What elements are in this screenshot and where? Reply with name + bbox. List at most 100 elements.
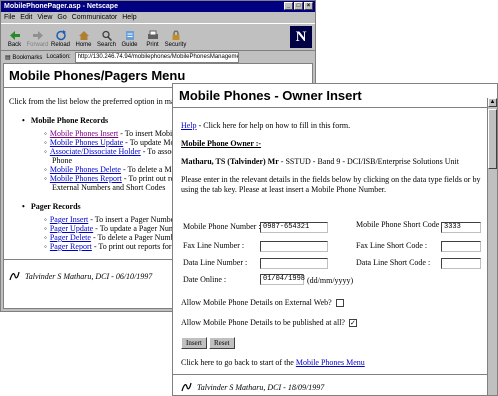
divider xyxy=(173,374,487,376)
forward-button[interactable]: Forward xyxy=(26,24,49,50)
owner-heading: Mobile Phone Owner :- xyxy=(181,139,262,148)
pager-delete-link[interactable]: Pager Delete xyxy=(50,233,91,242)
form-buttons: Insert Reset xyxy=(181,337,235,349)
help-text: - Click here for help on how to fill in … xyxy=(196,121,351,130)
allow-external-row: Allow Mobile Phone Details on External W… xyxy=(181,298,344,308)
link-description: - To insert a Pager Number in xyxy=(88,215,186,224)
reset-button[interactable]: Reset xyxy=(208,337,235,349)
divider xyxy=(173,107,487,109)
bookmarks-label: Bookmarks xyxy=(12,54,43,61)
back-line: Click here to go back to start of the Mo… xyxy=(181,358,365,367)
lock-icon xyxy=(172,30,179,40)
date-online-label: Date Online : xyxy=(183,275,227,284)
menu-edit[interactable]: Edit xyxy=(20,12,32,23)
search-icon xyxy=(101,30,112,41)
mobile-number-input[interactable]: 0987-654321 xyxy=(260,222,328,233)
mobile-menu-link[interactable]: Mobile Phones Menu xyxy=(296,358,365,367)
allow-publish-label: Allow Mobile Phone Details to be publish… xyxy=(181,318,345,327)
data-number-input[interactable] xyxy=(260,258,328,269)
reload-icon xyxy=(55,30,66,41)
allow-publish-checkbox[interactable]: ✓ xyxy=(348,319,357,328)
menu-file[interactable]: File xyxy=(4,12,15,23)
close-button[interactable]: × xyxy=(304,2,313,10)
guide-icon xyxy=(125,31,134,40)
printer-icon xyxy=(147,30,158,39)
data-short-code-label: Data Line Short Code : xyxy=(356,258,431,267)
mobile-report-link[interactable]: Mobile Phones Report xyxy=(50,174,122,183)
home-icon xyxy=(78,31,89,40)
reload-button[interactable]: Reload xyxy=(49,24,72,50)
mobile-insert-link[interactable]: Mobile Phones Insert xyxy=(50,129,118,138)
allow-external-checkbox[interactable] xyxy=(335,299,344,308)
scroll-up-arrow[interactable]: ▲ xyxy=(488,98,497,107)
security-label: Security xyxy=(164,42,187,48)
date-format-hint: (dd/mm/yyyy) xyxy=(307,276,354,285)
minimize-button[interactable]: _ xyxy=(284,2,293,10)
back-label: Back xyxy=(7,42,22,48)
form-body: Help - Click here for help on how to fil… xyxy=(173,121,497,195)
mobile-update-link[interactable]: Mobile Phones Update xyxy=(50,138,123,147)
mobile-short-code-label: Mobile Phone Short Code xyxy=(356,220,440,229)
menu-communicator[interactable]: Communicator xyxy=(72,12,118,23)
insert-button[interactable]: Insert xyxy=(181,337,207,349)
link-description: - To delete a Pager Numb xyxy=(90,233,175,242)
home-button[interactable]: Home xyxy=(72,24,95,50)
menu-bar: File Edit View Go Communicator Help xyxy=(1,12,315,23)
forward-arrow-icon xyxy=(32,31,43,40)
form-footer: Talvinder S Matharu, DCI - 18/09/1997 xyxy=(181,382,324,392)
fax-short-code-input[interactable] xyxy=(441,241,481,252)
help-line: Help - Click here for help on how to fil… xyxy=(181,121,481,130)
footer-text: Talvinder S Matharu, DCI - 06/10/1997 xyxy=(25,271,153,281)
date-online-input[interactable]: 01/04/1998 xyxy=(260,274,305,285)
url-field[interactable]: http://130.246.74.94/mobilephones/Mobile… xyxy=(74,51,239,63)
location-bar: ▤ Bookmarks Location: http://130.246.74.… xyxy=(1,51,315,63)
link-description: - To print out rep xyxy=(121,174,179,183)
back-button[interactable]: Back xyxy=(3,24,26,50)
data-number-label: Data Line Number : xyxy=(183,258,248,267)
signature-logo-icon xyxy=(181,382,192,392)
menu-view[interactable]: View xyxy=(37,12,52,23)
security-button[interactable]: Security xyxy=(164,24,187,50)
pager-update-link[interactable]: Pager Update xyxy=(50,224,93,233)
back-arrow-icon xyxy=(9,31,20,40)
navigation-toolbar: Back Forward Reload Home Search Guide Pr… xyxy=(1,23,315,51)
window-title: MobilePhonePager.asp - Netscape xyxy=(4,3,118,10)
back-text: Click here to go back to start of the xyxy=(181,358,296,367)
page-title: Mobile Phones/Pagers Menu xyxy=(9,68,186,83)
search-label: Search xyxy=(96,42,116,48)
vertical-scrollbar[interactable]: ▲ xyxy=(487,98,497,395)
footer-text: Talvinder S Matharu, DCI - 18/09/1997 xyxy=(197,382,325,392)
print-button[interactable]: Print xyxy=(141,24,164,50)
mobile-short-code-input[interactable]: 3333 xyxy=(441,222,481,233)
help-link[interactable]: Help xyxy=(181,121,197,130)
maximize-button[interactable]: □ xyxy=(294,2,303,10)
owner-department: - SSTUD - Band 9 - DCI/ISB/Enterprise So… xyxy=(278,157,459,166)
netscape-logo[interactable]: N xyxy=(290,26,312,48)
scroll-thumb[interactable] xyxy=(488,109,497,169)
bookmarks-button[interactable]: ▤ Bookmarks xyxy=(5,54,42,61)
print-label: Print xyxy=(146,42,159,48)
fax-number-input[interactable] xyxy=(260,241,328,252)
menu-help[interactable]: Help xyxy=(122,12,136,23)
owner-name: Matharu, TS (Talvinder) Mr xyxy=(181,157,279,166)
owner-insert-window: Mobile Phones - Owner Insert ▲ Help - Cl… xyxy=(172,83,498,396)
home-label: Home xyxy=(75,42,92,48)
associate-holder-link[interactable]: Associate/Dissociate Holder xyxy=(50,147,141,156)
window-titlebar: MobilePhonePager.asp - Netscape _ □ × xyxy=(1,1,315,12)
signature-logo-icon xyxy=(9,271,20,281)
owner-details: Matharu, TS (Talvinder) Mr - SSTUD - Ban… xyxy=(181,157,481,166)
allow-external-label: Allow Mobile Phone Details on External W… xyxy=(181,298,332,307)
mobile-delete-link[interactable]: Mobile Phones Delete xyxy=(50,165,121,174)
instructions-text: Please enter in the relevant details in … xyxy=(181,175,481,194)
link-description: - To print out reports for the xyxy=(91,242,184,251)
guide-button[interactable]: Guide xyxy=(118,24,141,50)
pager-insert-link[interactable]: Pager Insert xyxy=(50,215,88,224)
data-short-code-input[interactable] xyxy=(441,258,481,269)
forward-label: Forward xyxy=(26,42,49,48)
pager-report-link[interactable]: Pager Report xyxy=(50,242,92,251)
menu-go[interactable]: Go xyxy=(57,12,66,23)
fax-number-label: Fax Line Number : xyxy=(183,241,245,250)
reload-label: Reload xyxy=(50,42,70,48)
search-button[interactable]: Search xyxy=(95,24,118,50)
form-title: Mobile Phones - Owner Insert xyxy=(179,88,362,103)
